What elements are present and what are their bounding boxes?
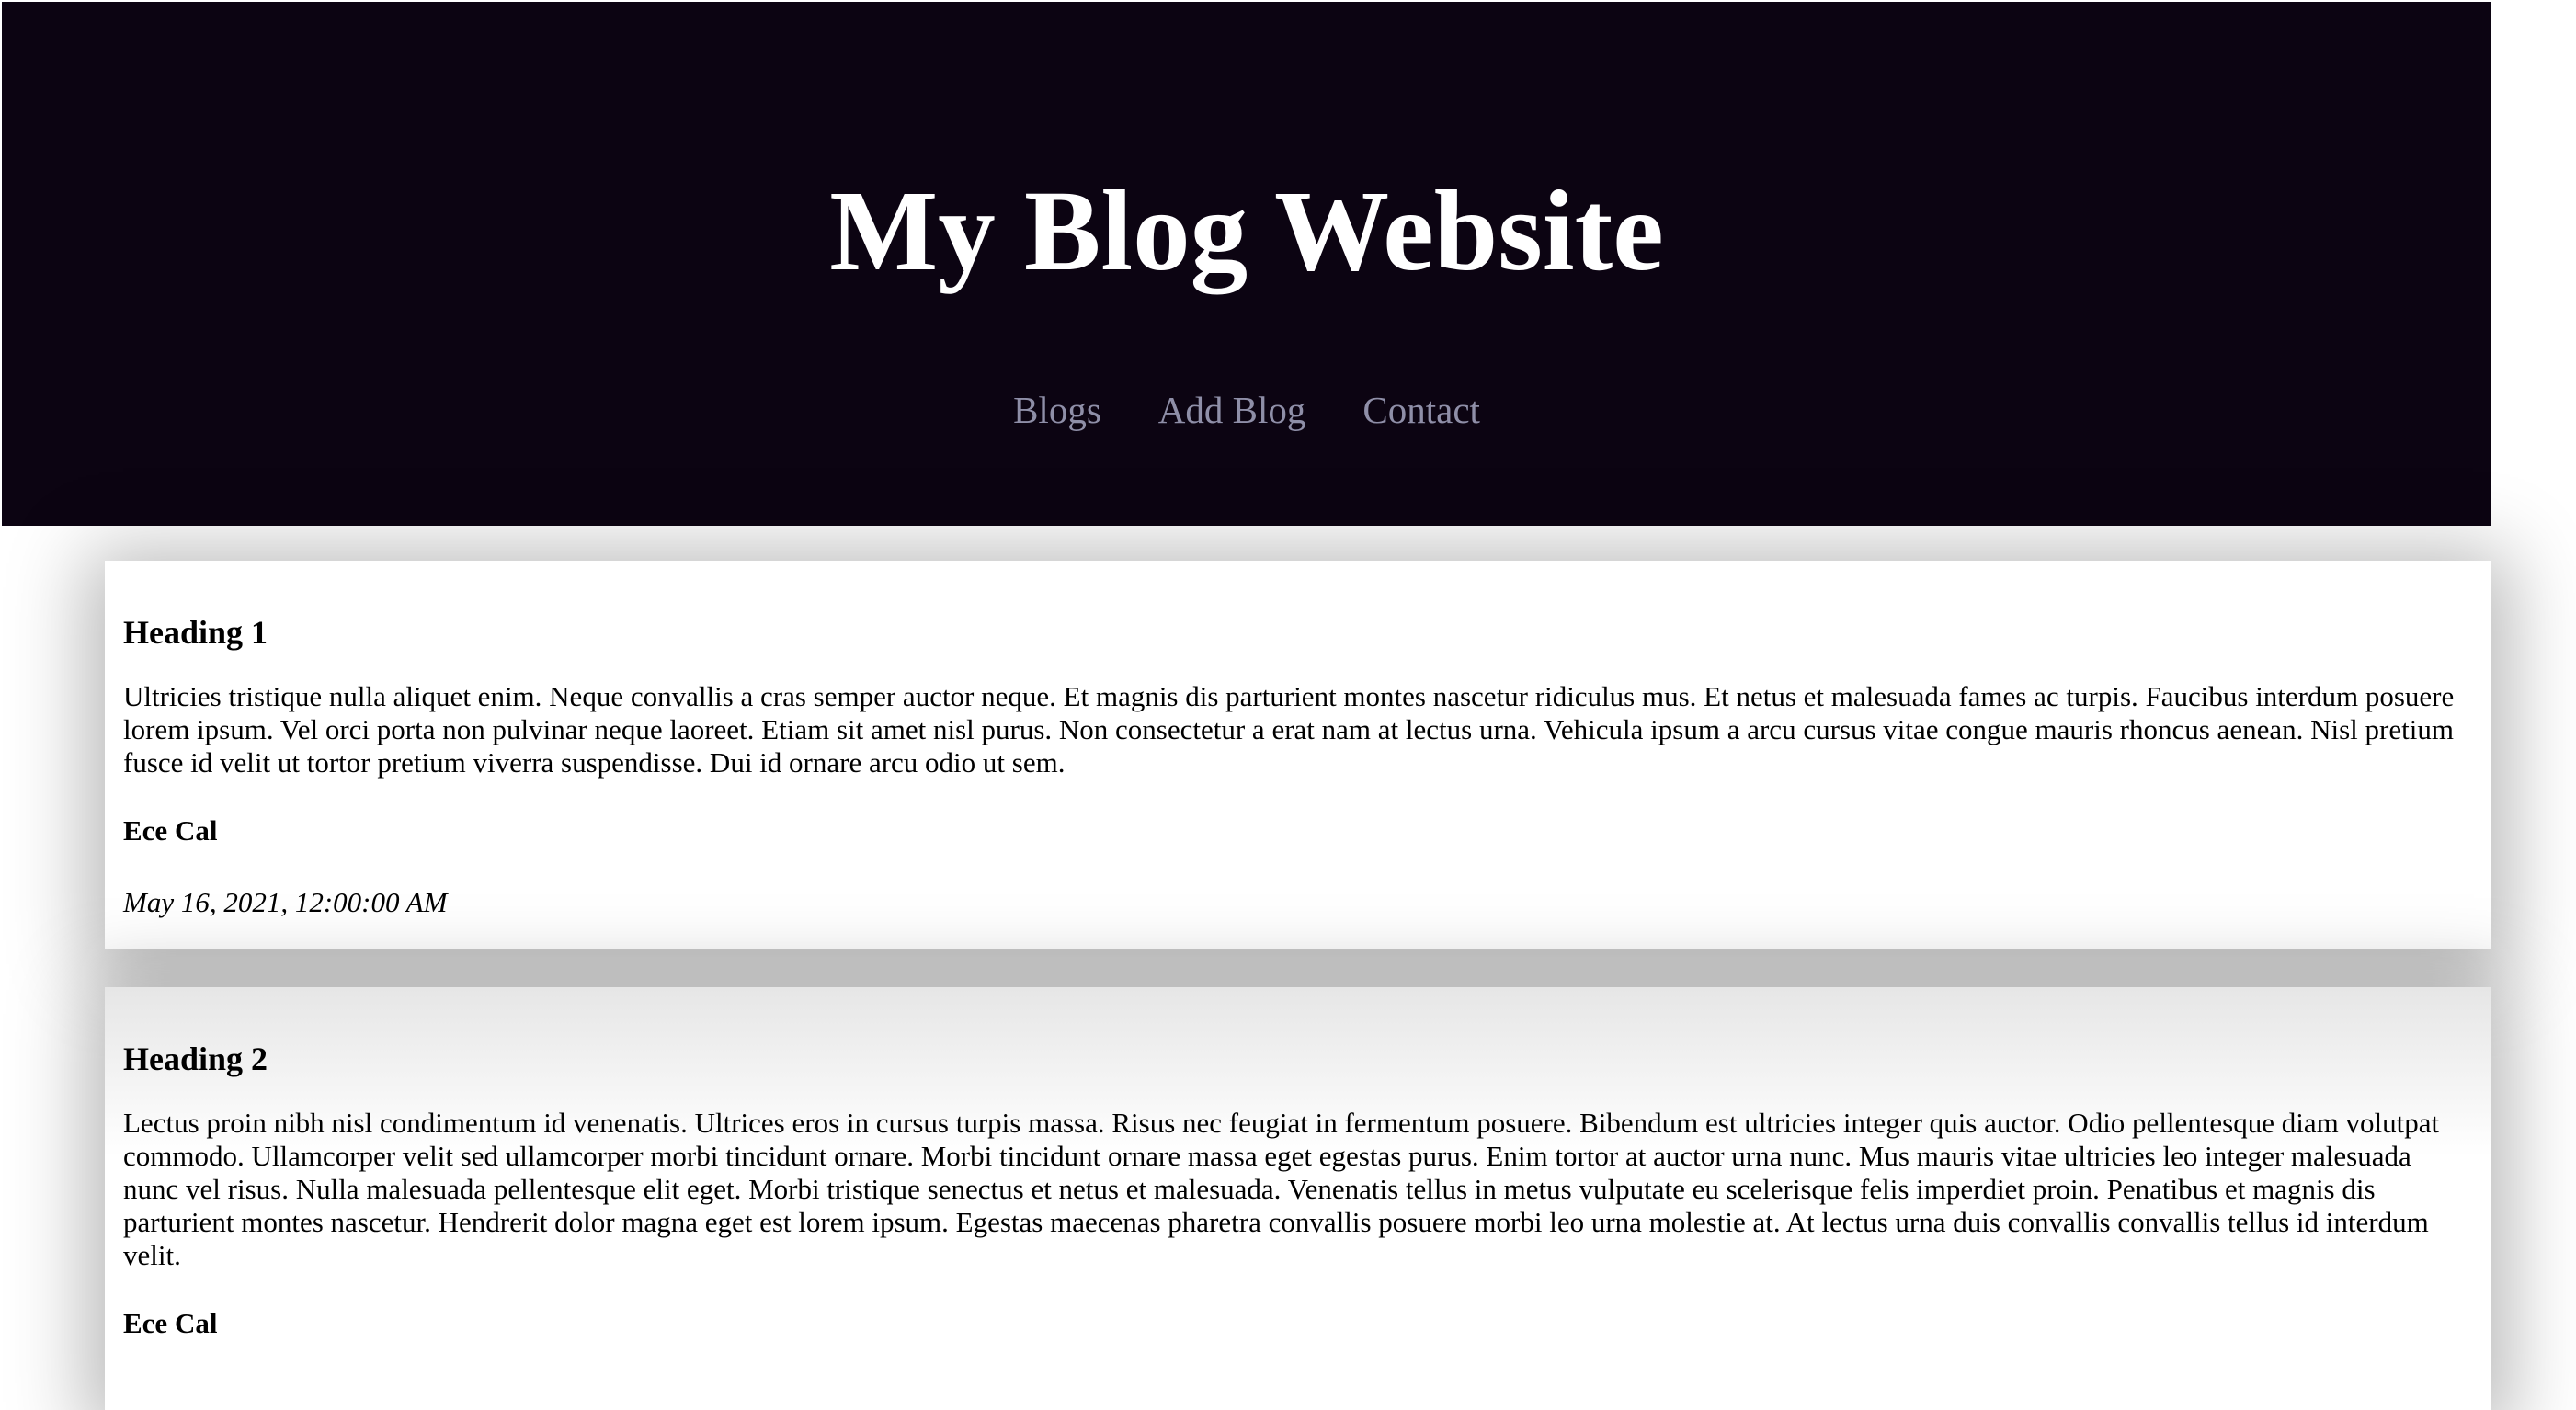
- blog-post-card: Heading 2 Lectus proin nibh nisl condime…: [105, 987, 2491, 1410]
- nav-link-add-blog[interactable]: Add Blog: [1158, 382, 1306, 438]
- post-date: May 16, 2021, 12:00:00 AM: [123, 886, 448, 918]
- site-header: My Blog Website Blogs Add Blog Contact: [2, 2, 2491, 526]
- post-title: Heading 2: [123, 1040, 268, 1077]
- post-body: Lectus proin nibh nisl condimentum id ve…: [123, 1107, 2440, 1271]
- main-nav: Blogs Add Blog Contact: [2, 382, 2491, 438]
- post-author: Ece Cal: [123, 1307, 218, 1339]
- nav-link-contact[interactable]: Contact: [1362, 382, 1480, 438]
- blog-post-card: Heading 1 Ultricies tristique nulla aliq…: [105, 561, 2491, 949]
- post-author: Ece Cal: [123, 814, 218, 847]
- site-title: My Blog Website: [829, 168, 1664, 295]
- post-title: Heading 1: [123, 614, 268, 651]
- post-body: Ultricies tristique nulla aliquet enim. …: [123, 680, 2455, 779]
- nav-link-blogs[interactable]: Blogs: [1013, 382, 1101, 438]
